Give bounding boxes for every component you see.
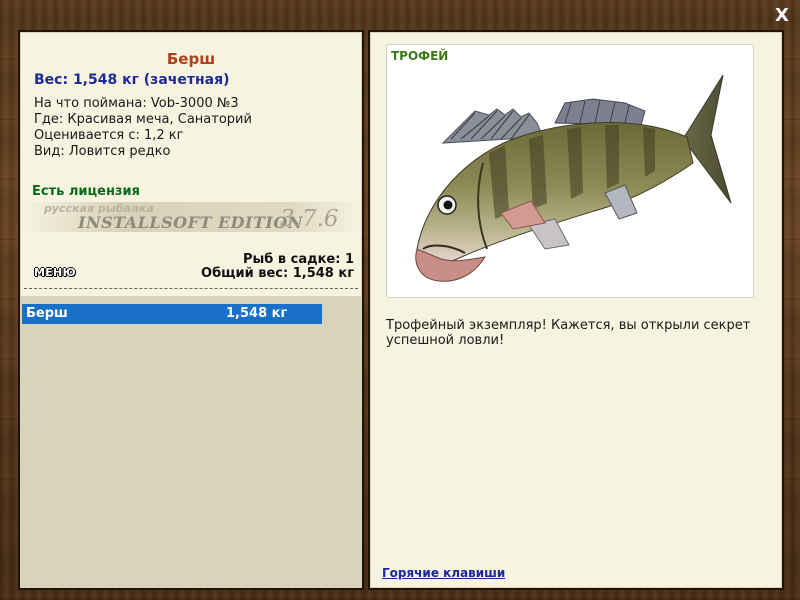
fish-info-panel: Берш Вес: 1,548 кг (зачетная) На что пой… xyxy=(18,30,364,590)
trophy-description: Трофейный экземпляр! Кажется, вы открыли… xyxy=(386,318,751,348)
divider xyxy=(24,288,358,289)
fish-weight: Вес: 1,548 кг (зачетная) xyxy=(34,72,230,88)
license-status: Есть лицензия xyxy=(32,184,140,199)
valued-from-info: Оценивается с: 1,2 кг xyxy=(34,128,184,143)
location-info: Где: Красивая меча, Санаторий xyxy=(34,112,252,127)
close-button[interactable]: X xyxy=(772,6,792,26)
keepnet-count: Рыб в садке: 1 xyxy=(242,252,354,267)
fish-photo-frame: ТРОФЕЙ xyxy=(386,44,754,298)
fish-photo xyxy=(415,74,732,282)
watermark-version: 3.7.6 xyxy=(280,206,339,232)
fish-name-title: Берш xyxy=(166,50,216,68)
bait-info: На что поймана: Vob-3000 №3 xyxy=(34,96,239,111)
keepnet-row-name: Берш xyxy=(26,306,68,321)
menu-button[interactable]: МЕНЮ xyxy=(34,266,76,279)
keepnet-row[interactable]: Берш 1,548 кг xyxy=(22,304,322,324)
keepnet-row-weight: 1,548 кг xyxy=(226,306,288,321)
hotkeys-link[interactable]: Горячие клавиши xyxy=(382,566,505,580)
watermark-edition: INSTALLSOFT EDITION xyxy=(78,213,303,232)
keepnet-total-weight: Общий вес: 1,548 кг xyxy=(201,266,354,281)
trophy-panel: ТРОФЕЙ Трофейный экземпляр! Кажется, вы … xyxy=(368,30,784,590)
rarity-info: Вид: Ловится редко xyxy=(34,144,171,159)
keepnet-list xyxy=(20,296,362,588)
